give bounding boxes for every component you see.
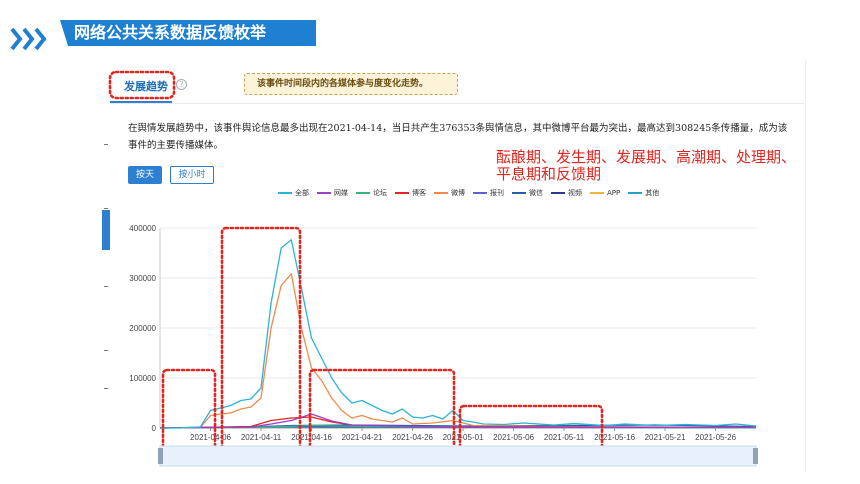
zoom-handle-right [753, 448, 758, 464]
highlight-box [161, 368, 217, 458]
y-tick-label: 100000 [129, 374, 156, 383]
y-tick-label: 400000 [129, 224, 156, 233]
trend-chart: 0 100000 200000 300000 400000 2021-04-06 2021… [108, 70, 758, 467]
x-tick-label: 2021-05-11 [544, 433, 585, 442]
y-tick-label: 300000 [129, 274, 156, 283]
zoom-slider-track [159, 445, 757, 467]
x-tick-label: 2021-05-06 [493, 433, 534, 442]
highlight-box [108, 70, 176, 100]
zoom-handle-left [158, 448, 163, 464]
x-tick-label: 2021-05-21 [645, 433, 686, 442]
highlight-box [308, 368, 456, 458]
y-tick-label: 200000 [129, 324, 156, 333]
x-tick-label: 2021-04-21 [342, 433, 383, 442]
series-line [160, 239, 757, 429]
series-line [159, 273, 757, 429]
x-tick-label: 2021-04-06 [190, 433, 231, 442]
x-tick-label: 2021-05-01 [443, 433, 484, 442]
x-tick-label: 2021-05-26 [695, 433, 736, 442]
x-tick-label: 2021-04-26 [392, 433, 433, 442]
x-tick-label: 2021-05-16 [594, 433, 635, 442]
y-tick-label: 0 [152, 424, 157, 433]
x-tick-label: 2021-04-11 [241, 433, 282, 442]
x-tick-label: 2021-04-16 [291, 433, 332, 442]
